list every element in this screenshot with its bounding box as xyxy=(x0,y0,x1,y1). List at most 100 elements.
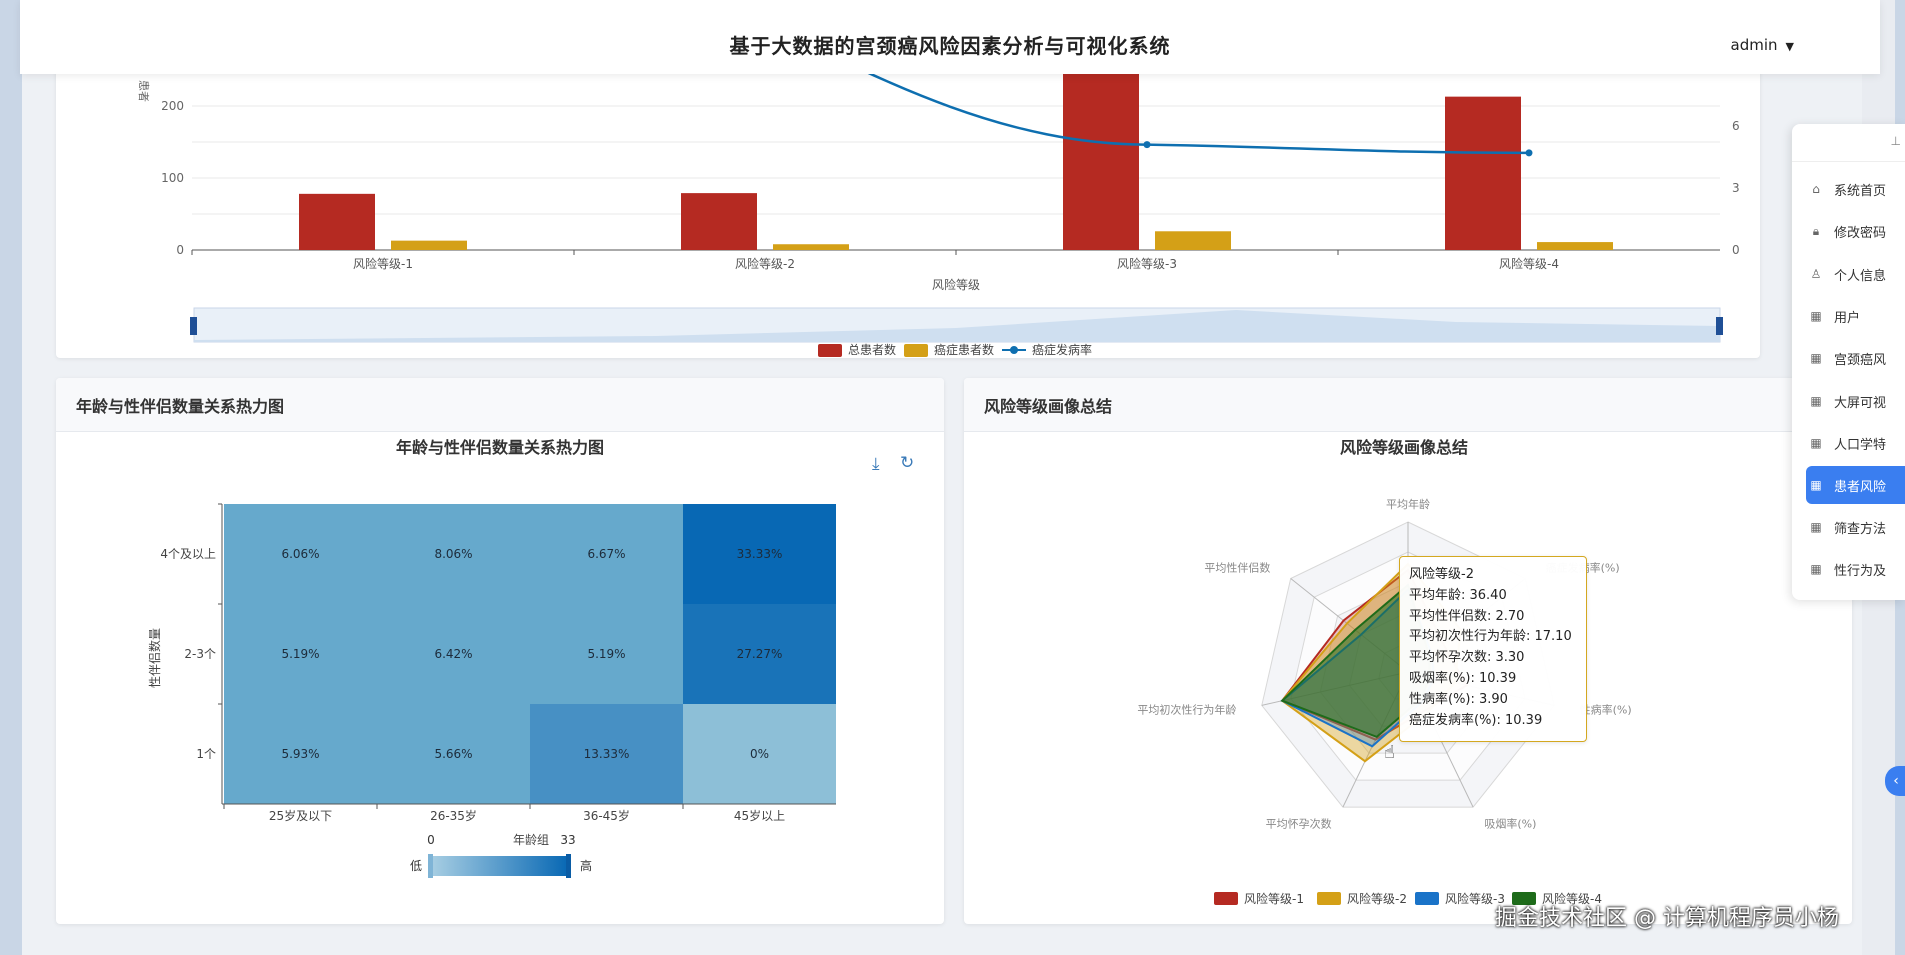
menu-item-patient-risk[interactable]: ▦ 患者风险 xyxy=(1806,466,1905,504)
heatmap-cell-label: 8.06% xyxy=(434,547,472,561)
watermark: 掘金技术社区 @ 计算机程序员小杨 xyxy=(1495,906,1839,931)
menu-collapse-icon[interactable]: ⊥ xyxy=(1891,134,1901,148)
grid-icon: ▦ xyxy=(1810,478,1822,492)
visualmap-max-label: 33 xyxy=(560,833,575,847)
grid-icon: ▦ xyxy=(1810,309,1822,323)
incidence-rate-point xyxy=(1143,141,1151,149)
risk-level-bar-card: 0100200036患者发病风险等级-1风险等级-2风险等级-3风险等级-4风险… xyxy=(56,60,1760,358)
bar-cancer-patients xyxy=(391,240,467,250)
x-axis-label: 风险等级 xyxy=(932,277,980,292)
radar-indicator-label: 平均初次性行为年龄 xyxy=(1137,702,1236,716)
x-tick-label: 风险等级-4 xyxy=(1499,256,1559,271)
floating-side-menu: ⊥ ⌂ 系统首页 🔒︎ 修改密码 ♙ 个人信息 ▦ 用户 ▦ 宫颈癌风 ▦ 大屏可视 ▦ 人口… xyxy=(1792,124,1905,600)
radar-tooltip: 风险等级-2 平均年龄: 36.40 平均性伴侣数: 2.70 平均初次性行为年… xyxy=(1399,556,1587,742)
visualmap-handle-left xyxy=(428,854,433,878)
heatmap-cell-label: 33.33% xyxy=(737,547,783,561)
menu-item-cervical[interactable]: ▦ 宫颈癌风 xyxy=(1806,339,1905,377)
tooltip-title: 风险等级-2 xyxy=(1409,567,1474,582)
y2-tick-label: 0 xyxy=(1732,243,1740,257)
menu-item-demographics[interactable]: ▦ 人口学特 xyxy=(1806,424,1905,462)
visualmap-bar xyxy=(430,856,568,876)
menu-item-label: 宫颈癌风 xyxy=(1834,352,1887,368)
heatmap-cell-label: 6.42% xyxy=(434,647,472,661)
menu-item-label: 系统首页 xyxy=(1834,183,1887,199)
lock-icon: 🔒︎ xyxy=(1812,223,1820,238)
visualmap-handle-right xyxy=(566,854,571,878)
y-axis-label: 性伴侣数量 xyxy=(147,628,162,688)
tooltip-line: 平均怀孕次数: 3.30 xyxy=(1409,650,1525,666)
tooltip-line: 平均性伴侣数: 2.70 xyxy=(1409,608,1525,624)
side-menu-top: ⊥ xyxy=(1792,124,1905,162)
y-axis-label: 患者 xyxy=(137,80,150,102)
menu-item-screening[interactable]: ▦ 筛查方法 xyxy=(1806,508,1905,546)
grid-icon: ▦ xyxy=(1810,562,1822,576)
bar-total-patients xyxy=(1445,96,1521,250)
heatmap-cell-label: 5.66% xyxy=(434,747,472,761)
legend-label: 风险等级-1 xyxy=(1244,891,1304,906)
cursor-hand-icon: ☝ xyxy=(1384,742,1395,763)
heatmap-chart: 5.93% 5.66% 13.33% 0% 5.19% 6.42% 5.19% 27.27% 6… xyxy=(147,503,836,878)
username: admin xyxy=(1730,36,1778,54)
tooltip-line: 平均初次性行为年龄: 17.10 xyxy=(1409,629,1572,645)
caret-down-icon: ▼ xyxy=(1785,40,1794,53)
datazoom-handle-right xyxy=(1716,317,1723,335)
top-header: 基于大数据的宫颈癌风险因素分析与可视化系统 admin ▼ xyxy=(20,0,1880,74)
menu-item-password[interactable]: 🔒︎ 修改密码 xyxy=(1806,212,1905,250)
legend-marker xyxy=(1214,892,1238,905)
bar-cancer-patients xyxy=(773,244,849,250)
heatmap-cell-label: 5.19% xyxy=(587,647,625,661)
heatmap-cell-label: 6.67% xyxy=(587,547,625,561)
visualmap-high-label: 高 xyxy=(580,858,592,873)
x-tick-label: 风险等级-3 xyxy=(1117,256,1177,271)
left-scroll-strip xyxy=(0,0,22,955)
visualmap-low-label: 低 xyxy=(410,859,422,873)
menu-item-label: 大屏可视 xyxy=(1834,395,1887,411)
y-tick-label: 4个及以上 xyxy=(160,547,216,561)
x-tick-label: 风险等级-1 xyxy=(353,256,413,271)
legend-label: 总患者数 xyxy=(848,342,896,357)
menu-item-label: 筛查方法 xyxy=(1834,521,1887,537)
page-title: 基于大数据的宫颈癌风险因素分析与可视化系统 xyxy=(729,34,1171,58)
menu-item-home[interactable]: ⌂ 系统首页 xyxy=(1806,170,1905,208)
menu-item-users[interactable]: ▦ 用户 xyxy=(1806,297,1905,335)
heatmap-cell-label: 0% xyxy=(750,747,769,761)
legend-label: 癌症发病率 xyxy=(1032,342,1092,357)
grid-icon: ▦ xyxy=(1810,520,1822,534)
bar-total-patients xyxy=(1063,70,1139,250)
user-menu[interactable]: admin ▼ xyxy=(1731,36,1794,54)
risk-level-bar-chart: 0100200036患者发病风险等级-1风险等级-2风险等级-3风险等级-4风险… xyxy=(137,60,1740,357)
tooltip-line: 平均年龄: 36.40 xyxy=(1409,587,1507,603)
menu-item-bigscreen[interactable]: ▦ 大屏可视 xyxy=(1806,382,1905,420)
radar-indicator-label: 平均怀孕次数 xyxy=(1266,816,1332,830)
legend-marker xyxy=(1010,346,1018,354)
home-icon: ⌂ xyxy=(1812,182,1820,196)
legend-marker xyxy=(1317,892,1341,905)
menu-item-label: 性行为及 xyxy=(1834,563,1887,579)
legend-label: 癌症患者数 xyxy=(934,342,994,357)
x-tick-label: 风险等级-2 xyxy=(735,256,795,271)
radar-indicator-label: 性病率(%) xyxy=(1580,702,1632,716)
menu-item-label: 修改密码 xyxy=(1834,225,1887,241)
y-tick-label: 100 xyxy=(161,171,184,185)
incidence-rate-point xyxy=(1525,149,1533,157)
bar-total-patients xyxy=(681,193,757,250)
x-tick-label: 26-35岁 xyxy=(430,808,477,823)
heatmap-cell-label: 5.93% xyxy=(281,747,319,761)
y-tick-label: 2-3个 xyxy=(184,647,216,661)
heatmap-cell-label: 6.06% xyxy=(281,547,319,561)
menu-item-sexual-behavior[interactable]: ▦ 性行为及 xyxy=(1806,550,1905,588)
heatmap-cell-label: 5.19% xyxy=(281,647,319,661)
tooltip-line: 吸烟率(%): 10.39 xyxy=(1409,670,1517,686)
bar-total-patients xyxy=(299,193,375,250)
datazoom-handle-left xyxy=(190,317,197,335)
y-tick-label: 200 xyxy=(161,99,184,113)
radar-indicator-label: 平均年龄 xyxy=(1386,497,1430,511)
legend-label: 风险等级-2 xyxy=(1347,891,1407,906)
collapse-tab-icon[interactable]: ‹ xyxy=(1885,766,1905,796)
menu-item-label: 用户 xyxy=(1834,310,1861,326)
menu-item-label: 人口学特 xyxy=(1834,437,1887,453)
menu-item-profile[interactable]: ♙ 个人信息 xyxy=(1806,255,1905,293)
heatmap-card: 年龄与性伴侣数量关系热力图 年龄与性伴侣数量关系热力图 ⤓ ↻ 5.93% 5.6… xyxy=(56,378,944,924)
y-tick-label: 0 xyxy=(176,243,184,257)
x-tick-label: 25岁及以下 xyxy=(269,808,332,823)
